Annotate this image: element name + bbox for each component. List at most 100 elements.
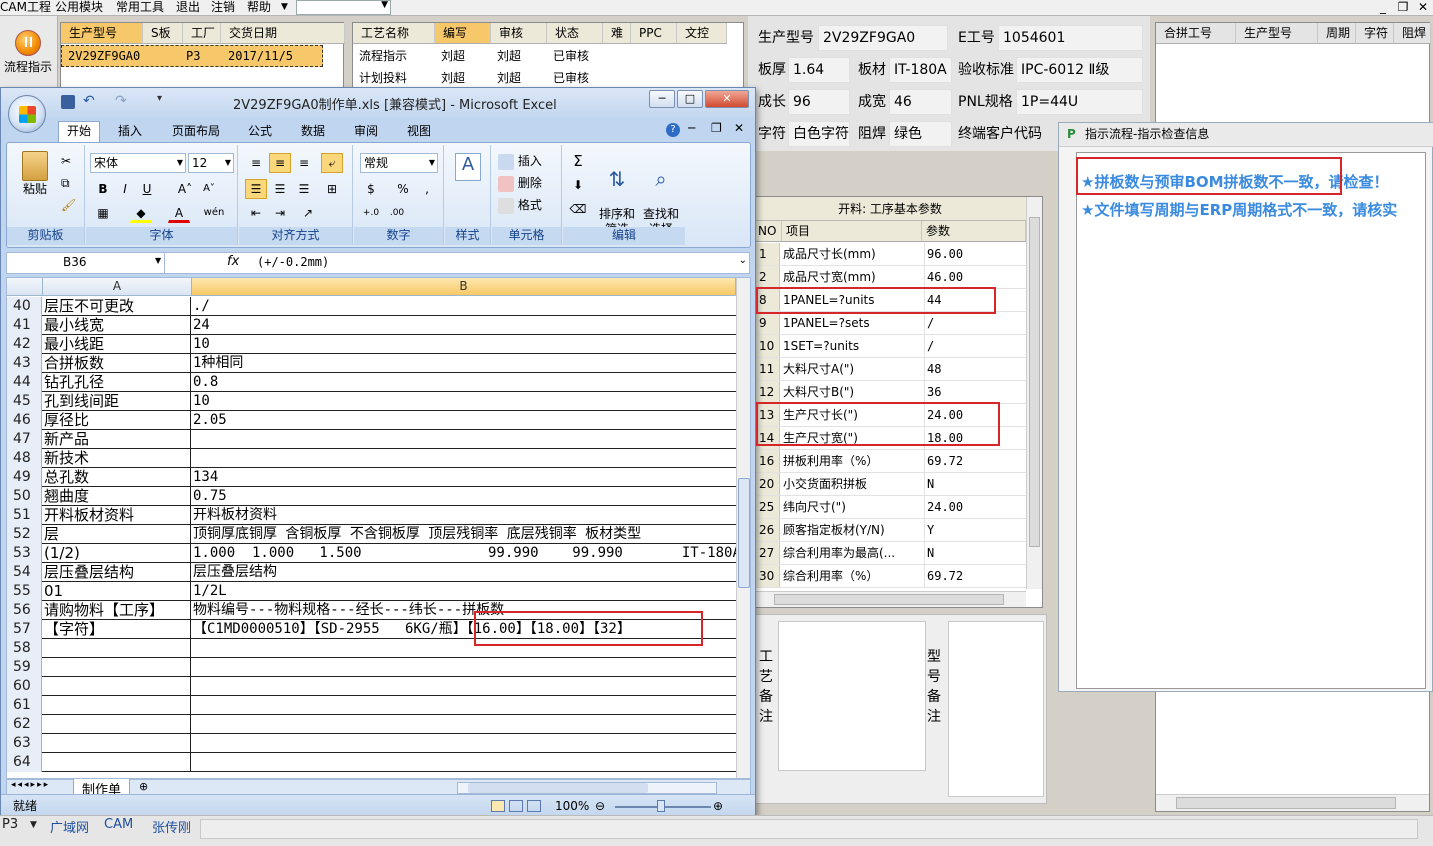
insert-function-button[interactable]: fx [227, 254, 239, 269]
row-header[interactable]: 41 [7, 316, 42, 335]
row-header[interactable]: 56 [7, 601, 42, 620]
scroll-thumb[interactable] [774, 594, 1004, 605]
office-button[interactable] [8, 95, 46, 133]
number-format-select[interactable]: 常规 ▼ [360, 153, 438, 173]
sort-filter-button[interactable]: ⇅ 排序和 筛选 [597, 151, 637, 237]
fill-color-icon[interactable]: ◆ [130, 203, 152, 223]
cell-b[interactable]: 10 [192, 335, 736, 354]
grid-header[interactable]: 审核 [491, 23, 547, 44]
horizontal-scrollbar[interactable] [754, 591, 1026, 607]
align-top-icon[interactable]: ≡ [245, 153, 267, 173]
delete-cells-button[interactable]: 删除 [498, 175, 542, 192]
find-select-button[interactable]: ⌕ 查找和 选择 [641, 151, 681, 237]
comma-button[interactable]: , [416, 179, 438, 199]
table-row[interactable]: 13 生产尺寸长(") 24.00 [754, 404, 1026, 427]
table-row[interactable]: 2V29ZF9GA0 P3 2017/11/5 [61, 45, 323, 67]
underline-button[interactable]: U [136, 179, 158, 199]
grid-header[interactable]: PPC [631, 23, 677, 44]
row-header[interactable]: 47 [7, 430, 42, 449]
cell-a[interactable] [43, 658, 191, 677]
table-row[interactable]: 流程指示 刘超 刘超 已审核 [353, 45, 727, 67]
cell-b[interactable] [192, 658, 736, 677]
cell-a[interactable]: (1/2) [43, 544, 191, 563]
cell-b[interactable]: 1种相同 [192, 354, 736, 373]
restore-icon[interactable]: ❐ [1393, 0, 1413, 14]
merge-center-icon[interactable]: ⊞ [321, 179, 343, 199]
row-header[interactable]: 62 [7, 715, 42, 734]
menu-exit[interactable]: 退出 [176, 0, 200, 15]
minimize-icon[interactable]: _ [1373, 0, 1393, 14]
row-header[interactable]: 60 [7, 677, 42, 696]
cell-a[interactable]: 【字符】 [43, 620, 191, 639]
minimize-button[interactable]: ─ [649, 90, 675, 108]
row-header[interactable]: 61 [7, 696, 42, 715]
row-header[interactable]: 64 [7, 753, 42, 772]
grid-header[interactable]: 编写 [435, 23, 491, 44]
grid-header[interactable]: 字符 [1356, 23, 1394, 44]
tab-review[interactable]: 审阅 [346, 122, 386, 142]
undo-icon[interactable]: ↶ [83, 93, 95, 109]
cell-a[interactable]: 开料板材资料 [43, 506, 191, 525]
cell-a[interactable]: 钻孔孔径 [43, 373, 191, 392]
scroll-thumb[interactable] [468, 783, 648, 793]
styles-icon[interactable]: A [455, 153, 481, 181]
cell-a[interactable]: 孔到线间距 [43, 392, 191, 411]
vertical-scrollbar[interactable] [1026, 197, 1042, 589]
increase-indent-icon[interactable]: ⇥ [269, 203, 291, 223]
table-row[interactable]: 14 生产尺寸宽(") 18.00 [754, 427, 1026, 450]
tab-home[interactable]: 开始 [58, 121, 101, 143]
scroll-thumb[interactable] [1176, 797, 1396, 809]
phonetic-button[interactable]: wén [198, 203, 230, 223]
font-name-select[interactable]: 宋体 ▼ [90, 153, 186, 173]
menu-logout[interactable]: 注销 [211, 0, 235, 15]
menu-help[interactable]: 帮助 [247, 0, 271, 15]
customize-qat-icon[interactable]: ▾ [157, 93, 162, 104]
cell-b[interactable]: 1/2L [192, 582, 736, 601]
formula-input[interactable]: (+/-0.2mm) [257, 255, 329, 269]
save-icon[interactable] [61, 95, 75, 109]
cell-b[interactable] [192, 753, 736, 772]
menu-common-tools[interactable]: 常用工具 [116, 0, 164, 15]
name-box[interactable]: B36 [7, 253, 165, 273]
ribbon-close-icon[interactable]: ✕ [734, 121, 744, 135]
cell-b[interactable] [192, 734, 736, 753]
cell-a[interactable]: 层 [43, 525, 191, 544]
close-icon[interactable]: ✕ [1413, 0, 1433, 14]
cell-a[interactable]: 厚径比 [43, 411, 191, 430]
cell-a[interactable] [43, 715, 191, 734]
cell-b[interactable]: 134 [192, 468, 736, 487]
cell-b[interactable]: ./ [192, 297, 736, 316]
cell-b[interactable]: 2.05 [192, 411, 736, 430]
cell-a[interactable]: 最小线距 [43, 335, 191, 354]
cell-b[interactable]: 层压叠层结构 [192, 563, 736, 582]
shrink-font-button[interactable]: A˅ [198, 179, 220, 199]
cell-b[interactable] [192, 639, 736, 658]
chevron-down-icon[interactable]: ▼ [281, 0, 288, 15]
row-header[interactable]: 63 [7, 734, 42, 753]
grid-header[interactable]: S板 [143, 23, 183, 44]
horizontal-scrollbar[interactable] [457, 782, 717, 794]
copy-icon[interactable]: ⧉ [61, 175, 70, 191]
horizontal-scrollbar[interactable] [1156, 794, 1429, 811]
table-row[interactable]: 10 1SET=?units / [754, 335, 1026, 358]
column-header-b[interactable]: B [192, 278, 736, 296]
pnl-field[interactable]: 1P=44U [1016, 89, 1143, 115]
cell-b[interactable] [192, 677, 736, 696]
mask-field[interactable]: 绿色 [889, 121, 952, 147]
table-row[interactable]: 8 1PANEL=?units 44 [754, 289, 1026, 312]
grid-header[interactable]: 工艺名称 [353, 23, 435, 44]
grid-header[interactable]: 交货日期 [221, 23, 345, 44]
cell-b[interactable] [192, 715, 736, 734]
increase-decimal-icon[interactable]: +.0 [360, 203, 382, 223]
model-note-field[interactable] [948, 621, 1044, 797]
row-header[interactable]: 57 [7, 620, 42, 639]
row-header[interactable]: 54 [7, 563, 42, 582]
select-all-corner[interactable] [7, 278, 43, 296]
table-row[interactable]: 26 顾客指定板材(Y/N) Y [754, 519, 1026, 542]
table-row[interactable]: 11 大料尺寸A(") 48 [754, 358, 1026, 381]
cell-b[interactable]: 10 [192, 392, 736, 411]
row-header[interactable]: 44 [7, 373, 42, 392]
row-header[interactable]: 49 [7, 468, 42, 487]
cell-b[interactable]: 1.000 1.000 1.500 99.990 99.990 IT-180A [192, 544, 736, 563]
font-color-icon[interactable]: A [168, 203, 190, 223]
